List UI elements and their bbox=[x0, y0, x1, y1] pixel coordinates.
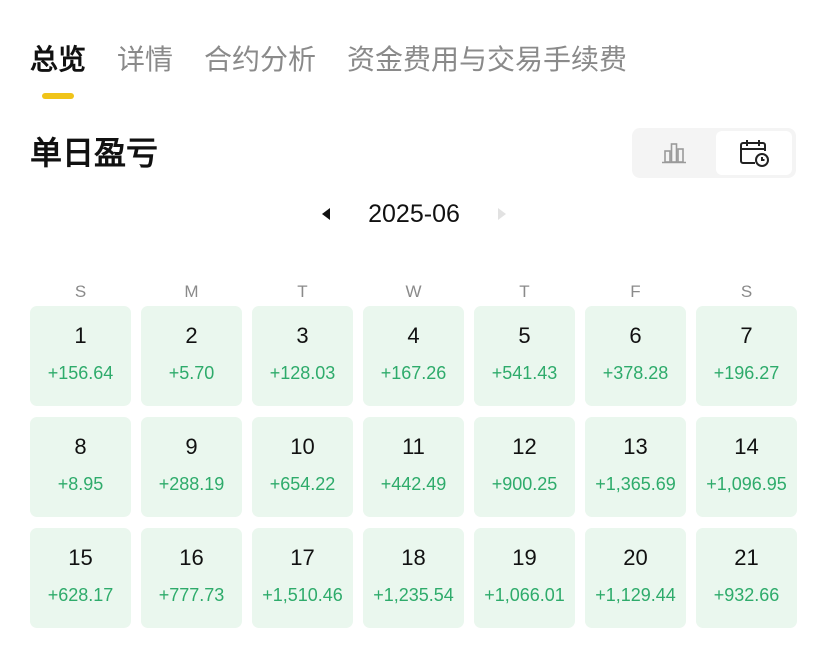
day-number: 19 bbox=[512, 545, 537, 570]
day-pnl-value: +5.70 bbox=[168, 363, 215, 383]
day-pnl-value: +1,096.95 bbox=[706, 474, 787, 494]
calendar-day-cell[interactable]: 20 +1,129.44 bbox=[585, 528, 686, 628]
day-pnl-value: +1,066.01 bbox=[484, 585, 565, 605]
day-number: 12 bbox=[512, 434, 537, 459]
calendar-day-cell[interactable]: 17 +1,510.46 bbox=[252, 528, 353, 628]
day-pnl-value: +167.26 bbox=[380, 363, 447, 383]
triangle-right-icon bbox=[498, 208, 506, 220]
weekday-friday: F bbox=[630, 282, 641, 301]
calendar-day-cell[interactable]: 7 +196.27 bbox=[696, 306, 797, 406]
tab-contract-analysis-label: 合约分析 bbox=[204, 43, 317, 76]
day-number: 4 bbox=[407, 323, 420, 348]
calendar-day-cell[interactable]: 8 +8.95 bbox=[30, 417, 131, 517]
calendar-icon bbox=[740, 140, 769, 167]
weekday-header: S M T W T F S bbox=[30, 280, 810, 304]
day-pnl-value: +288.19 bbox=[158, 474, 225, 494]
day-pnl-value: +777.73 bbox=[158, 585, 225, 605]
calendar-day-cell[interactable]: 10 +654.22 bbox=[252, 417, 353, 517]
day-number: 1 bbox=[74, 323, 87, 348]
day-pnl-value: +128.03 bbox=[269, 363, 336, 383]
calendar-day-cell[interactable]: 2 +5.70 bbox=[141, 306, 242, 406]
tab-funding-and-fees[interactable]: 资金费用与交易手续费 bbox=[347, 38, 627, 82]
day-number: 5 bbox=[518, 323, 531, 348]
day-number: 16 bbox=[179, 545, 204, 570]
day-pnl-value: +900.25 bbox=[491, 474, 558, 494]
day-number: 17 bbox=[290, 545, 315, 570]
weekday-monday: M bbox=[184, 282, 199, 301]
day-pnl-value: +628.17 bbox=[47, 585, 114, 605]
day-pnl-value: +378.28 bbox=[602, 363, 669, 383]
day-number: 6 bbox=[629, 323, 642, 348]
calendar-day-cell[interactable]: 21 +932.66 bbox=[696, 528, 797, 628]
previous-month-button[interactable] bbox=[314, 200, 338, 228]
day-pnl-value: +442.49 bbox=[380, 474, 447, 494]
calendar-day-cell[interactable]: 13 +1,365.69 bbox=[585, 417, 686, 517]
weekday-saturday: S bbox=[740, 282, 753, 301]
calendar-day-cell[interactable]: 19 +1,066.01 bbox=[474, 528, 575, 628]
day-number: 3 bbox=[296, 323, 309, 348]
current-month-label: 2025-06 bbox=[368, 200, 460, 228]
day-number: 8 bbox=[74, 434, 87, 459]
day-pnl-value: +196.27 bbox=[713, 363, 780, 383]
day-pnl-value: +654.22 bbox=[269, 474, 336, 494]
day-pnl-value: +932.66 bbox=[713, 585, 780, 605]
day-pnl-value: +1,235.54 bbox=[373, 585, 454, 605]
calendar-day-cell[interactable]: 11 +442.49 bbox=[363, 417, 464, 517]
tab-overview[interactable]: 总览 bbox=[30, 38, 87, 99]
active-tab-indicator bbox=[42, 93, 74, 99]
weekday-tuesday: T bbox=[297, 282, 308, 301]
day-number: 18 bbox=[401, 545, 426, 570]
tab-funding-and-fees-label: 资金费用与交易手续费 bbox=[347, 43, 628, 76]
day-number: 20 bbox=[623, 545, 648, 570]
weekday-thursday: T bbox=[519, 282, 530, 301]
tab-bar: 总览 详情 合约分析 资金费用与交易手续费 bbox=[30, 38, 658, 99]
weekday-sunday: S bbox=[74, 282, 87, 301]
day-number: 13 bbox=[623, 434, 648, 459]
tab-overview-label: 总览 bbox=[30, 43, 87, 76]
bar-chart-view-button[interactable] bbox=[636, 131, 712, 175]
calendar-view-button[interactable] bbox=[716, 131, 792, 175]
calendar-day-cell[interactable]: 4 +167.26 bbox=[363, 306, 464, 406]
day-pnl-value: +156.64 bbox=[47, 363, 114, 383]
triangle-left-icon bbox=[322, 208, 330, 220]
day-pnl-value: +541.43 bbox=[491, 363, 558, 383]
day-number: 21 bbox=[734, 545, 759, 570]
day-pnl-value: +1,129.44 bbox=[595, 585, 676, 605]
day-pnl-value: +1,365.69 bbox=[595, 474, 676, 494]
day-number: 11 bbox=[402, 434, 425, 459]
day-number: 2 bbox=[185, 323, 198, 348]
tab-contract-analysis[interactable]: 合约分析 bbox=[204, 38, 316, 82]
calendar-day-cell[interactable]: 18 +1,235.54 bbox=[363, 528, 464, 628]
weekday-wednesday: W bbox=[405, 282, 422, 301]
day-number: 14 bbox=[734, 434, 759, 459]
day-number: 15 bbox=[68, 545, 93, 570]
bar-chart-icon bbox=[662, 143, 686, 164]
section-title: 单日盈亏 bbox=[30, 134, 159, 172]
month-navigation: 2025-06 bbox=[0, 194, 828, 234]
calendar-day-cell[interactable]: 3 +128.03 bbox=[252, 306, 353, 406]
day-number: 9 bbox=[185, 434, 198, 459]
day-pnl-value: +8.95 bbox=[57, 474, 104, 494]
next-month-button[interactable] bbox=[490, 200, 514, 228]
calendar-day-cell[interactable]: 14 +1,096.95 bbox=[696, 417, 797, 517]
calendar-day-cell[interactable]: 5 +541.43 bbox=[474, 306, 575, 406]
day-pnl-value: +1,510.46 bbox=[262, 585, 343, 605]
tab-details-label: 详情 bbox=[117, 43, 174, 76]
day-number: 7 bbox=[740, 323, 753, 348]
day-number: 10 bbox=[290, 434, 315, 459]
calendar-day-cell[interactable]: 1 +156.64 bbox=[30, 306, 131, 406]
calendar-day-cell[interactable]: 16 +777.73 bbox=[141, 528, 242, 628]
calendar-day-cell[interactable]: 15 +628.17 bbox=[30, 528, 131, 628]
calendar-day-cell[interactable]: 12 +900.25 bbox=[474, 417, 575, 517]
calendar-day-cell[interactable]: 9 +288.19 bbox=[141, 417, 242, 517]
calendar-day-cell[interactable]: 6 +378.28 bbox=[585, 306, 686, 406]
tab-details[interactable]: 详情 bbox=[117, 38, 173, 82]
view-toggle bbox=[632, 128, 796, 178]
calendar-grid: 1 +156.64 2 +5.70 3 +128.03 4 +167.26 5 … bbox=[30, 306, 810, 636]
